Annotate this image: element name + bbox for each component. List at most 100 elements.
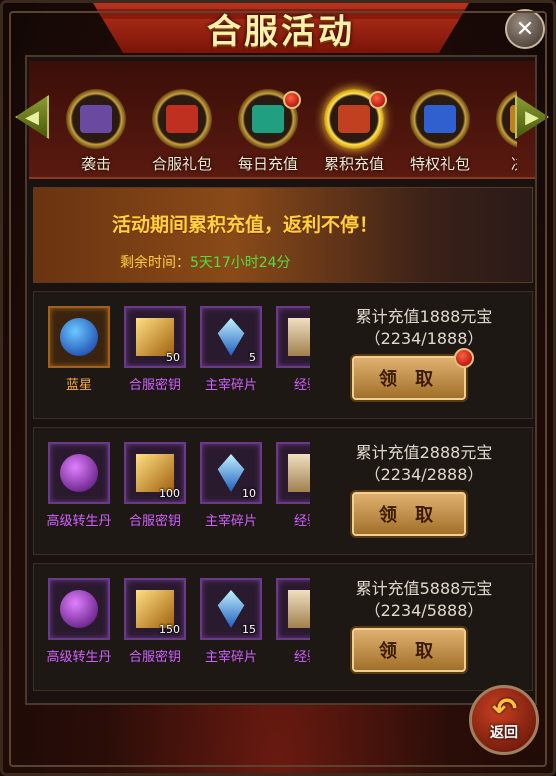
tab-4[interactable]: 特权礼包 xyxy=(397,61,483,177)
tab-label: 决战 xyxy=(511,153,517,174)
reward-item[interactable]: 经验 xyxy=(272,578,310,665)
tab-2[interactable]: 每日充值 xyxy=(225,61,311,177)
back-button-label: 返回 xyxy=(490,725,518,741)
tab-label: 袭击 xyxy=(80,155,111,173)
reward-row: 高级转生丹 100 合服密钥 10 主宰碎片 经验 累计充值2888元宝 （2234/2888… xyxy=(33,427,533,555)
item-slot: 100 xyxy=(124,442,186,504)
notification-dot-icon xyxy=(454,348,474,368)
blue-star-gem-icon xyxy=(60,318,98,356)
item-slot xyxy=(276,306,310,368)
requirement-text: 累计充值5888元宝 xyxy=(355,579,493,598)
progress-text: （2234/2888） xyxy=(364,465,484,484)
reward-item[interactable]: 150 合服密钥 xyxy=(120,578,190,665)
title-banner: 合服活动 xyxy=(93,3,469,53)
item-name: 合服密钥 xyxy=(128,378,181,393)
reward-item[interactable]: 经验 xyxy=(272,306,310,393)
tab-label: 合服礼包 xyxy=(151,155,212,173)
item-name: 经验 xyxy=(293,378,310,393)
red-gift-box-icon xyxy=(152,89,212,149)
tab-icon-art xyxy=(166,105,198,133)
item-name: 高级转生丹 xyxy=(46,514,112,529)
reward-items: 高级转生丹 100 合服密钥 10 主宰碎片 经验 xyxy=(44,442,310,548)
item-count: 10 xyxy=(242,487,256,500)
reward-row: 蓝星 50 合服密钥 5 主宰碎片 经验 累计充值1888元宝 （2234/1888） 领 取 xyxy=(33,291,533,419)
remaining-time-value: 5天17小时24分 xyxy=(190,255,291,271)
claim-button[interactable]: 领 取 xyxy=(352,492,466,536)
reward-item[interactable]: 蓝星 xyxy=(44,306,114,393)
claim-button[interactable]: 领 取 xyxy=(352,628,466,672)
item-count: 15 xyxy=(242,623,256,636)
requirement-text: 累计充值2888元宝 xyxy=(355,443,493,462)
tab-5[interactable]: 决战 xyxy=(483,61,517,177)
close-icon: ✕ xyxy=(515,16,535,42)
requirement: 累计充值5888元宝 （2234/5888） xyxy=(314,578,534,622)
scroll-left-arrow-icon[interactable]: ◀ xyxy=(15,95,49,139)
item-name: 主宰碎片 xyxy=(204,378,257,393)
banner-headline: 活动期间累积充值，返利不停！ xyxy=(112,214,379,236)
item-name: 主宰碎片 xyxy=(204,650,257,665)
remaining-time: 剩余时间：5天17小时24分 xyxy=(120,252,291,272)
item-slot xyxy=(48,306,110,368)
back-button[interactable]: 返回 xyxy=(469,685,539,755)
scroll-icon xyxy=(288,454,310,492)
gold-chest-icon xyxy=(496,89,517,149)
tab-label: 每日充值 xyxy=(237,155,298,173)
tab-label: 累积充值 xyxy=(323,155,384,173)
page-title: 合服活动 xyxy=(207,11,355,52)
notification-dot-icon xyxy=(283,91,301,109)
reward-item[interactable]: 5 主宰碎片 xyxy=(196,306,266,393)
item-count: 50 xyxy=(166,351,180,364)
reward-item[interactable]: 50 合服密钥 xyxy=(120,306,190,393)
item-slot: 10 xyxy=(200,442,262,504)
tab-icon-art xyxy=(424,105,456,133)
item-name: 经验 xyxy=(293,514,310,529)
item-count: 100 xyxy=(159,487,180,500)
item-count: 150 xyxy=(159,623,180,636)
tab-0[interactable]: 袭击 xyxy=(53,61,139,177)
reward-item[interactable]: 高级转生丹 xyxy=(44,442,114,529)
reward-item[interactable]: 10 主宰碎片 xyxy=(196,442,266,529)
item-slot xyxy=(48,442,110,504)
reward-item[interactable]: 高级转生丹 xyxy=(44,578,114,665)
item-slot xyxy=(48,578,110,640)
blue-gift-box-icon xyxy=(410,89,470,149)
scroll-icon xyxy=(288,318,310,356)
requirement: 累计充值2888元宝 （2234/2888） xyxy=(314,442,534,486)
progress-text: （2234/1888） xyxy=(364,329,484,348)
blue-crystal-shard-icon xyxy=(217,318,245,356)
reward-item[interactable]: 100 合服密钥 xyxy=(120,442,190,529)
claim-button-label: 领 取 xyxy=(378,369,440,390)
close-button[interactable]: ✕ xyxy=(505,9,545,49)
item-slot: 50 xyxy=(124,306,186,368)
item-name: 合服密钥 xyxy=(128,514,181,529)
activity-window: 合服活动 ✕ ◀ 袭击 合服礼包 每日充值 累积充值 特权礼包 决战 ▶ 活动期间累积充值… xyxy=(0,0,556,776)
event-banner: 活动期间累积充值，返利不停！ 剩余时间：5天17小时24分 xyxy=(33,187,533,283)
notification-dot-icon xyxy=(369,91,387,109)
item-name: 经验 xyxy=(293,650,310,665)
scroll-right-arrow-icon[interactable]: ▶ xyxy=(515,95,549,139)
content-panel: ◀ 袭击 合服礼包 每日充值 累积充值 特权礼包 决战 ▶ 活动期间累积充值，返利不停！ … xyxy=(15,55,549,705)
claim-button-label: 领 取 xyxy=(378,641,440,662)
tab-icon-art xyxy=(338,105,370,133)
scroll-icon xyxy=(288,590,310,628)
claim-button[interactable]: 领 取 xyxy=(352,348,474,400)
requirement: 累计充值1888元宝 （2234/1888） xyxy=(314,306,534,350)
tab-3[interactable]: 累积充值 xyxy=(311,61,397,177)
progress-text: （2234/5888） xyxy=(364,601,484,620)
item-slot: 15 xyxy=(200,578,262,640)
item-name: 蓝星 xyxy=(65,378,92,393)
requirement-text: 累计充值1888元宝 xyxy=(355,307,493,326)
tab-icon-art xyxy=(252,105,284,133)
item-slot: 150 xyxy=(124,578,186,640)
item-name: 合服密钥 xyxy=(128,650,181,665)
item-name: 高级转生丹 xyxy=(46,650,112,665)
item-slot xyxy=(276,442,310,504)
reward-item[interactable]: 经验 xyxy=(272,442,310,529)
claim-button-label: 领 取 xyxy=(378,505,440,526)
tab-1[interactable]: 合服礼包 xyxy=(139,61,225,177)
item-name: 主宰碎片 xyxy=(204,514,257,529)
reward-item[interactable]: 15 主宰碎片 xyxy=(196,578,266,665)
purple-orb-icon xyxy=(60,590,98,628)
reward-items: 高级转生丹 150 合服密钥 15 主宰碎片 经验 xyxy=(44,578,310,684)
reward-row: 高级转生丹 150 合服密钥 15 主宰碎片 经验 累计充值5888元宝 （2234/5888… xyxy=(33,563,533,691)
